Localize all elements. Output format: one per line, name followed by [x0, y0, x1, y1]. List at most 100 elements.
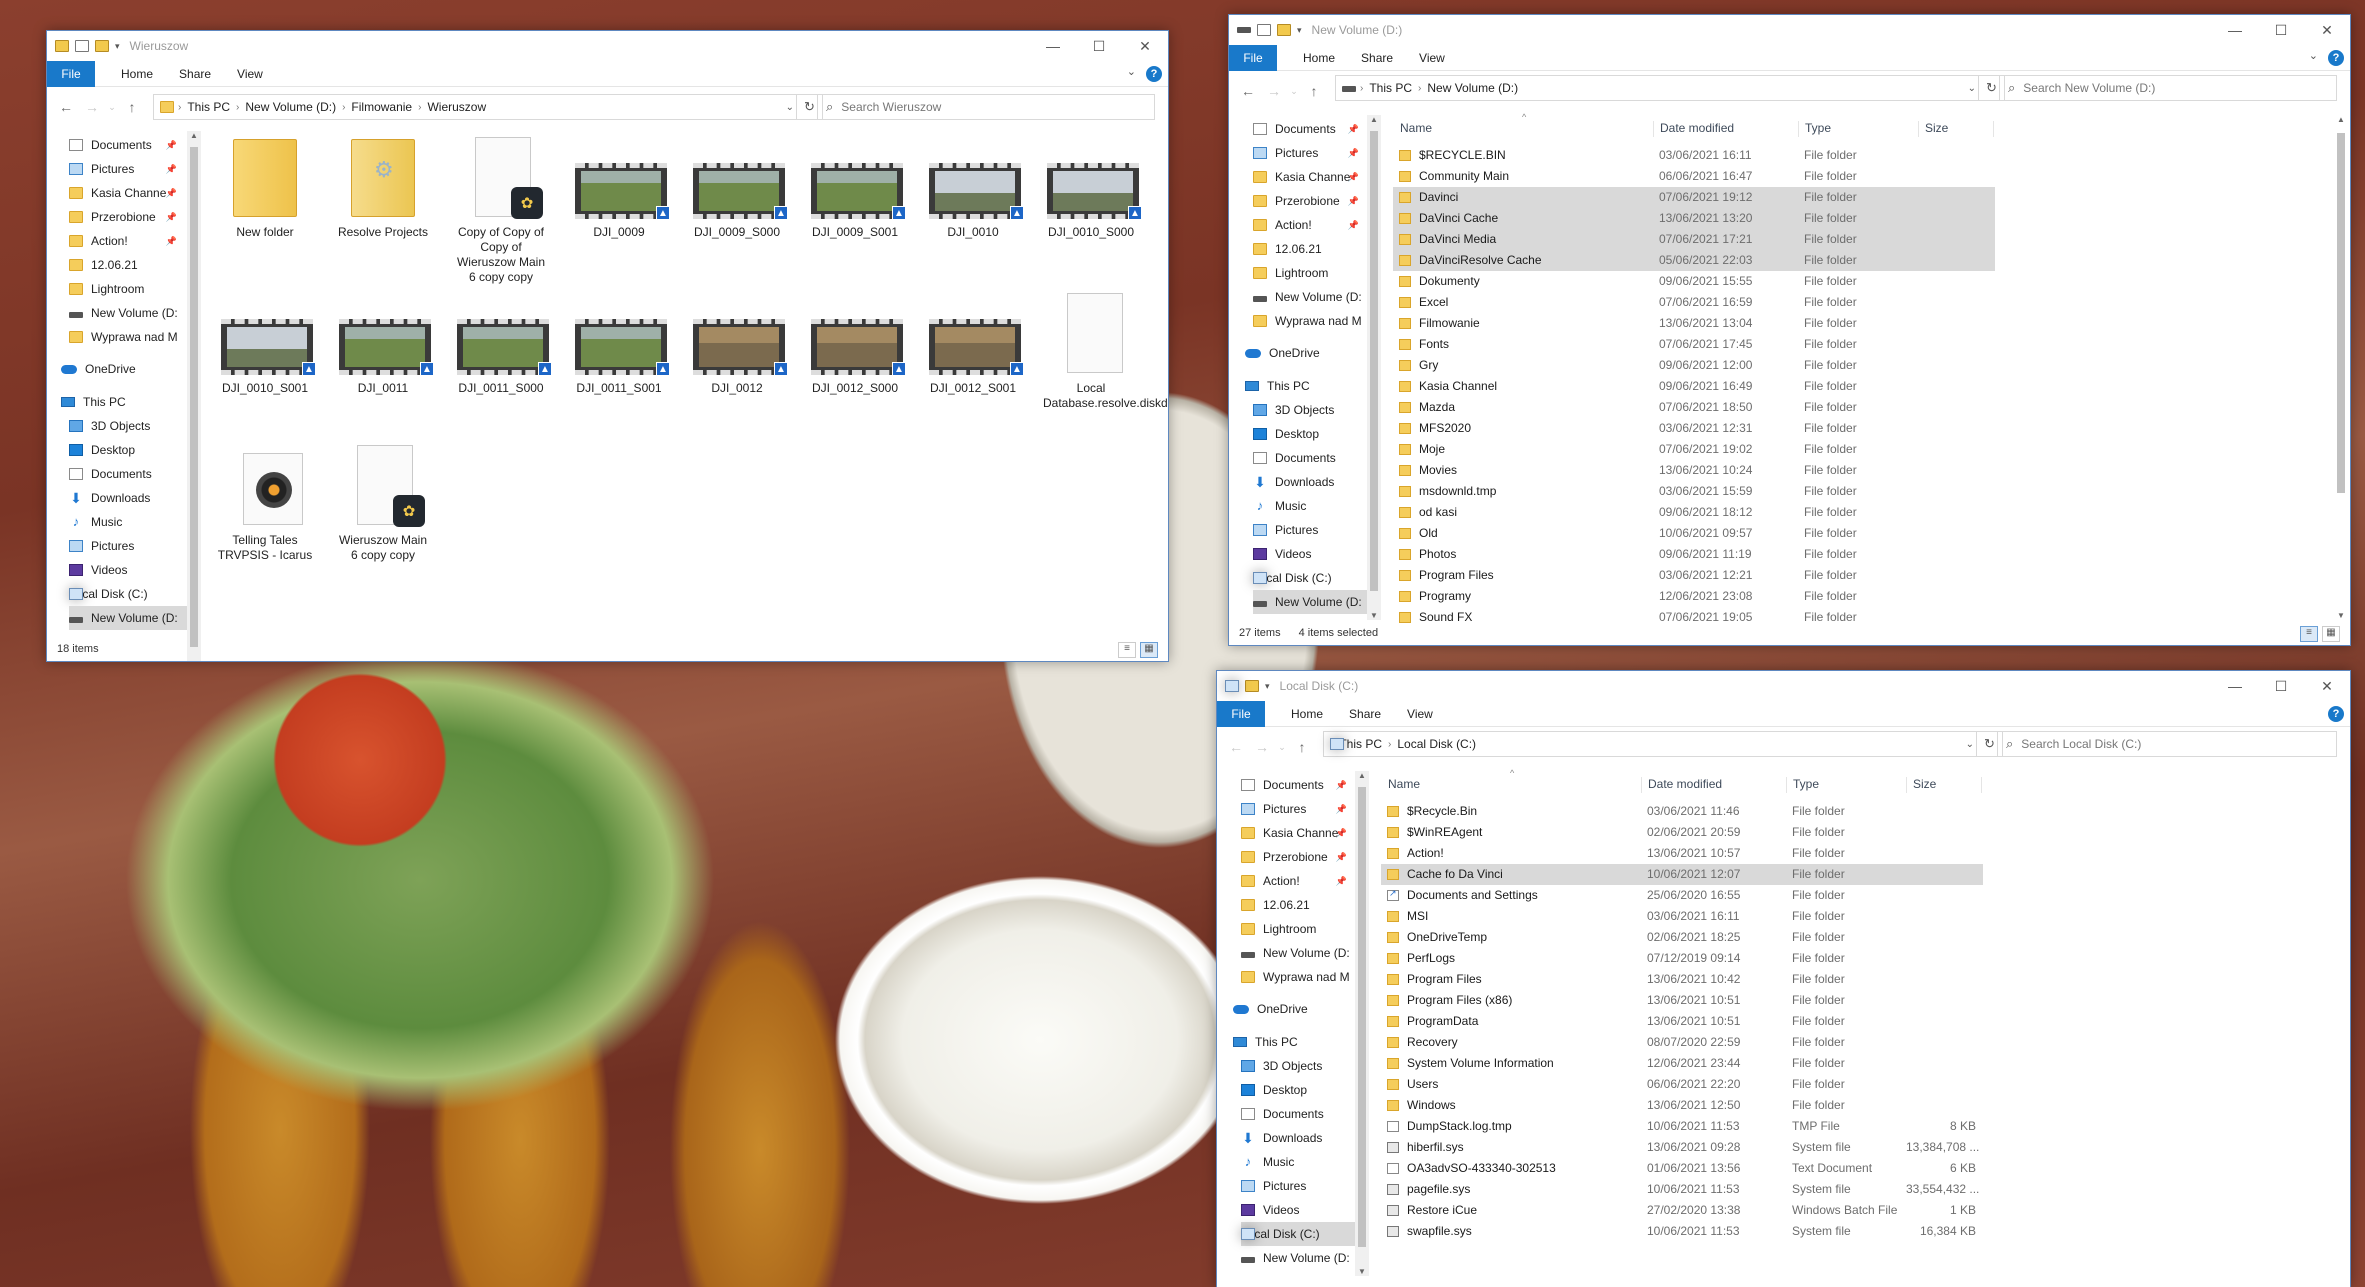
table-row[interactable]: PerfLogs 07/12/2019 09:14 File folder	[1381, 948, 1983, 969]
scroll-down-icon[interactable]: ▼	[1367, 611, 1381, 620]
table-row[interactable]: swapfile.sys 10/06/2021 11:53 System file 1…	[1381, 1221, 1983, 1242]
column-name[interactable]: Name	[1382, 777, 1642, 793]
table-row[interactable]: od kasi 09/06/2021 18:12 File folder	[1393, 502, 1995, 523]
tab-share[interactable]: Share	[1361, 51, 1393, 65]
sidebar-item-action[interactable]: Action! 📌	[69, 229, 187, 253]
sidebar-item-local-disk-c[interactable]: Local Disk (C:)	[1241, 1221, 1357, 1246]
video-file-item[interactable]: ▲ DJI_0012_S001	[925, 287, 1024, 396]
tab-view[interactable]: View	[237, 67, 263, 81]
tab-share[interactable]: Share	[1349, 707, 1381, 721]
scroll-up-icon[interactable]: ▲	[1355, 771, 1369, 780]
tab-home[interactable]: Home	[121, 67, 153, 81]
sidebar-item-new-volume-d[interactable]: New Volume (D:	[1241, 941, 1357, 965]
table-row[interactable]: Documents and Settings 25/06/2020 16:55 Fi…	[1381, 885, 1983, 906]
minimize-button[interactable]: —	[2212, 15, 2258, 45]
sidebar-item-przerobione[interactable]: Przerobione 📌	[1253, 189, 1369, 213]
video-file-item[interactable]: ▲ DJI_0009_S000	[689, 131, 788, 240]
sidebar-item-onedrive[interactable]: OneDrive	[1233, 997, 1357, 1021]
table-row[interactable]: Davinci 07/06/2021 19:12 File folder	[1393, 187, 1995, 208]
column-size[interactable]: Size	[1919, 121, 1994, 137]
column-type[interactable]: Type	[1799, 121, 1919, 137]
sidebar-item-lightroom[interactable]: Lightroom	[1253, 261, 1369, 285]
table-row[interactable]: $Recycle.Bin 03/06/2021 11:46 File folder	[1381, 801, 1983, 822]
explorer-window-local-disk[interactable]: ▾ Local Disk (C:) — ☐ ✕ File Home Share Vi…	[1216, 670, 2351, 1287]
table-row[interactable]: DaVinci Media 07/06/2021 17:21 File folder	[1393, 229, 1995, 250]
help-icon[interactable]: ?	[2328, 50, 2344, 66]
sidebar-item-desktop[interactable]: Desktop	[1241, 1078, 1357, 1102]
scroll-up-icon[interactable]: ▲	[2334, 115, 2348, 124]
sidebar-item-lightroom[interactable]: Lightroom	[1241, 917, 1357, 941]
column-type[interactable]: Type	[1787, 777, 1907, 793]
column-date-modified[interactable]: Date modified	[1642, 777, 1787, 793]
sidebar-item-downloads[interactable]: ⬇ Downloads	[69, 486, 187, 510]
title-bar[interactable]: ▾ Local Disk (C:) — ☐ ✕	[1217, 671, 2350, 701]
sidebar-item-onedrive[interactable]: OneDrive	[61, 357, 187, 381]
sidebar-item-local-disk-c[interactable]: Local Disk (C:)	[1253, 566, 1369, 590]
forward-arrow-icon[interactable]: →	[1261, 83, 1287, 99]
sidebar-item-3d-objects[interactable]: 3D Objects	[1253, 398, 1369, 422]
sidebar-item-wyprawa-nad-m[interactable]: Wyprawa nad M	[69, 325, 187, 349]
address-dropdown-icon[interactable]: ⌄	[786, 102, 794, 113]
forward-arrow-icon[interactable]: →	[79, 99, 105, 115]
breadcrumb-new-volume[interactable]: New Volume (D:)	[1427, 81, 1518, 95]
maximize-button[interactable]: ☐	[1076, 31, 1122, 61]
video-file-item[interactable]: ▲ DJI_0009	[571, 131, 670, 240]
sidebar-item-pictures[interactable]: Pictures 📌	[69, 157, 187, 181]
sidebar-item-documents[interactable]: Documents 📌	[1253, 117, 1369, 141]
video-file-item[interactable]: ▲ DJI_0010_S001	[217, 287, 316, 396]
table-row[interactable]: Kasia Channel 09/06/2021 16:49 File folder	[1393, 376, 1995, 397]
folder-item[interactable]: New folder	[217, 131, 313, 240]
back-arrow-icon[interactable]: ←	[1223, 739, 1249, 755]
sidebar-item-pictures[interactable]: Pictures 📌	[1253, 141, 1369, 165]
table-row[interactable]: MFS2020 03/06/2021 12:31 File folder	[1393, 418, 1995, 439]
table-row[interactable]: DaVinciResolve Cache 05/06/2021 22:03 File…	[1393, 250, 1995, 271]
address-dropdown-icon[interactable]: ⌄	[1968, 83, 1976, 94]
quick-access-dropdown-icon[interactable]: ▾	[1265, 681, 1270, 692]
sidebar-item-this-pc[interactable]: This PC	[1233, 1030, 1357, 1054]
table-row[interactable]: Fonts 07/06/2021 17:45 File folder	[1393, 334, 1995, 355]
details-view-icon[interactable]: ≡	[1118, 642, 1136, 658]
scroll-up-icon[interactable]: ▲	[187, 131, 201, 140]
back-arrow-icon[interactable]: ←	[53, 99, 79, 115]
sidebar-item-pictures[interactable]: Pictures	[1241, 1174, 1357, 1198]
sidebar-item-documents[interactable]: Documents 📌	[1241, 773, 1357, 797]
recent-locations-icon[interactable]: ⌄	[1287, 86, 1301, 97]
table-row[interactable]: Action! 13/06/2021 10:57 File folder	[1381, 843, 1983, 864]
large-icons-view-icon[interactable]: ▦	[2322, 626, 2340, 642]
new-folder-icon[interactable]	[95, 40, 109, 52]
table-row[interactable]: Programy 12/06/2021 23:08 File folder	[1393, 586, 1995, 607]
video-file-item[interactable]: ▲ DJI_0012_S000	[807, 287, 906, 396]
breadcrumb-this-pc[interactable]: This PC	[187, 100, 230, 114]
new-folder-icon[interactable]	[1245, 680, 1259, 692]
table-row[interactable]: DumpStack.log.tmp 10/06/2021 11:53 TMP Fil…	[1381, 1116, 1983, 1137]
table-row[interactable]: hiberfil.sys 13/06/2021 09:28 System file 1…	[1381, 1137, 1983, 1158]
sidebar-item-new-volume-d[interactable]: New Volume (D:	[69, 605, 187, 630]
table-row[interactable]: Program Files 13/06/2021 10:42 File folder	[1381, 969, 1983, 990]
tab-home[interactable]: Home	[1291, 707, 1323, 721]
table-row[interactable]: Filmowanie 13/06/2021 13:04 File folder	[1393, 313, 1995, 334]
sidebar-item-videos[interactable]: Videos	[1241, 1198, 1357, 1222]
tab-share[interactable]: Share	[179, 67, 211, 81]
column-date-modified[interactable]: Date modified	[1654, 121, 1799, 137]
explorer-window-wieruszow[interactable]: ▾ Wieruszow — ☐ ✕ File Home Share View ⌄ ?…	[46, 30, 1169, 662]
sidebar-item-desktop[interactable]: Desktop	[69, 438, 187, 462]
breadcrumb-this-pc[interactable]: This PC	[1339, 737, 1382, 751]
properties-icon[interactable]	[75, 40, 89, 52]
table-row[interactable]: pagefile.sys 10/06/2021 11:53 System file 3…	[1381, 1179, 1983, 1200]
table-row[interactable]: msdownld.tmp 03/06/2021 15:59 File folder	[1393, 481, 1995, 502]
breadcrumb-local-disk[interactable]: Local Disk (C:)	[1397, 737, 1476, 751]
close-button[interactable]: ✕	[2304, 671, 2350, 701]
help-icon[interactable]: ?	[1146, 66, 1162, 82]
explorer-window-new-volume[interactable]: ▾ New Volume (D:) — ☐ ✕ File Home Share Vi…	[1228, 14, 2351, 646]
breadcrumb-new-volume[interactable]: New Volume (D:)	[245, 100, 336, 114]
sidebar-item-action[interactable]: Action! 📌	[1241, 869, 1357, 893]
file-item[interactable]: ✿ Copy of Copy of Copy of Wieruszow Main …	[453, 131, 549, 285]
sidebar-item-music[interactable]: ♪ Music	[69, 510, 187, 534]
expand-ribbon-icon[interactable]: ⌄	[1127, 65, 1136, 78]
maximize-button[interactable]: ☐	[2258, 671, 2304, 701]
sidebar-item-12-06-21[interactable]: 12.06.21	[69, 253, 187, 277]
quick-access-dropdown-icon[interactable]: ▾	[1297, 25, 1302, 36]
table-row[interactable]: Old 10/06/2021 09:57 File folder	[1393, 523, 1995, 544]
search-box[interactable]: ⌕ Search Wieruszow	[817, 94, 1155, 120]
sidebar-item-this-pc[interactable]: This PC	[61, 390, 187, 414]
